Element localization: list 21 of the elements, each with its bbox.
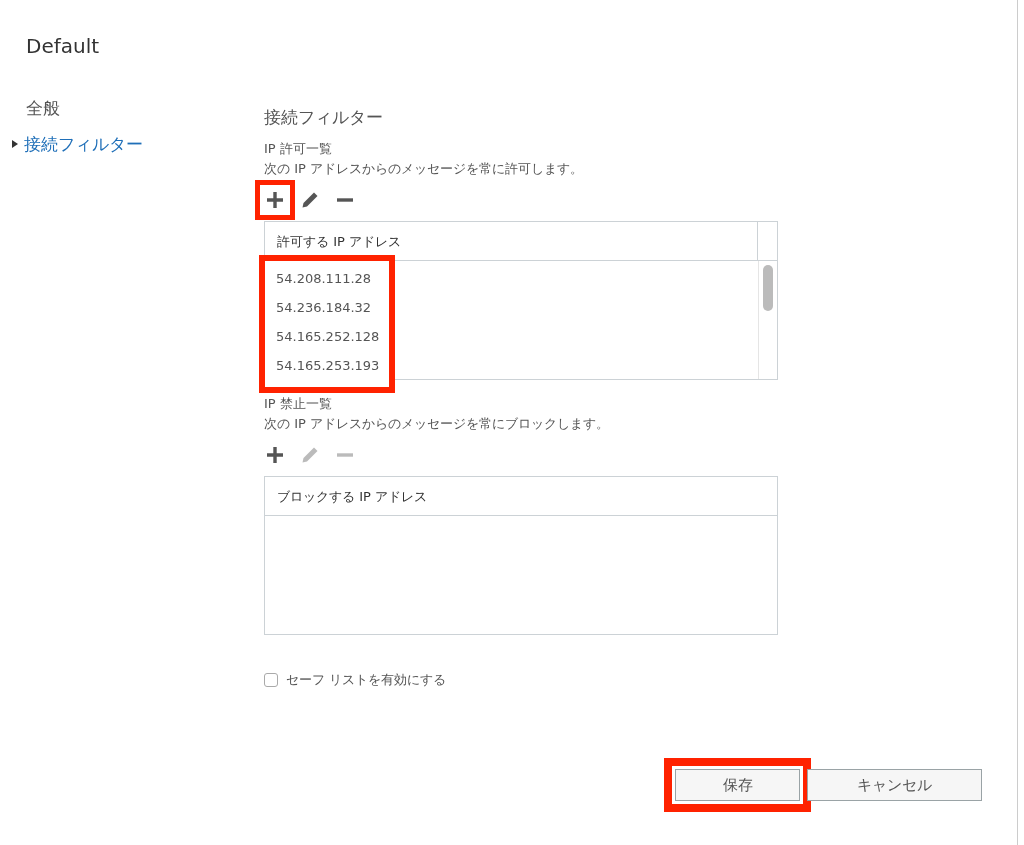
column-header: 許可する IP アドレス [276, 233, 402, 251]
window-title: Default [26, 34, 100, 58]
section-heading: 接続フィルター [264, 106, 384, 129]
ip-address[interactable]: 54.236.184.32 [271, 293, 380, 322]
column-header: ブロックする IP アドレス [276, 488, 428, 506]
list-description: 次の IP アドレスからのメッセージを常に許可します。 [264, 160, 584, 178]
sidebar-item[interactable]: 接続フィルター [12, 126, 264, 162]
sidebar-item[interactable]: 全般 [12, 90, 264, 126]
save-button[interactable]: 保存 [675, 769, 800, 801]
checkbox[interactable] [264, 673, 278, 687]
ip-address[interactable]: 54.165.253.193 [271, 351, 380, 380]
list-title: IP 禁止一覧 [264, 395, 333, 413]
ip-address[interactable]: 54.208.111.28 [271, 264, 380, 293]
list-description: 次の IP アドレスからのメッセージを常にブロックします。 [264, 415, 610, 433]
caret-icon [12, 140, 18, 148]
checkbox-label: セーフ リストを有効にする [286, 671, 447, 689]
plus-icon[interactable] [264, 444, 286, 466]
ip-address[interactable]: 54.165.252.128 [271, 322, 380, 351]
plus-icon[interactable] [264, 189, 286, 211]
cancel-button[interactable]: キャンセル [807, 769, 982, 801]
list-title: IP 許可一覧 [264, 140, 333, 158]
